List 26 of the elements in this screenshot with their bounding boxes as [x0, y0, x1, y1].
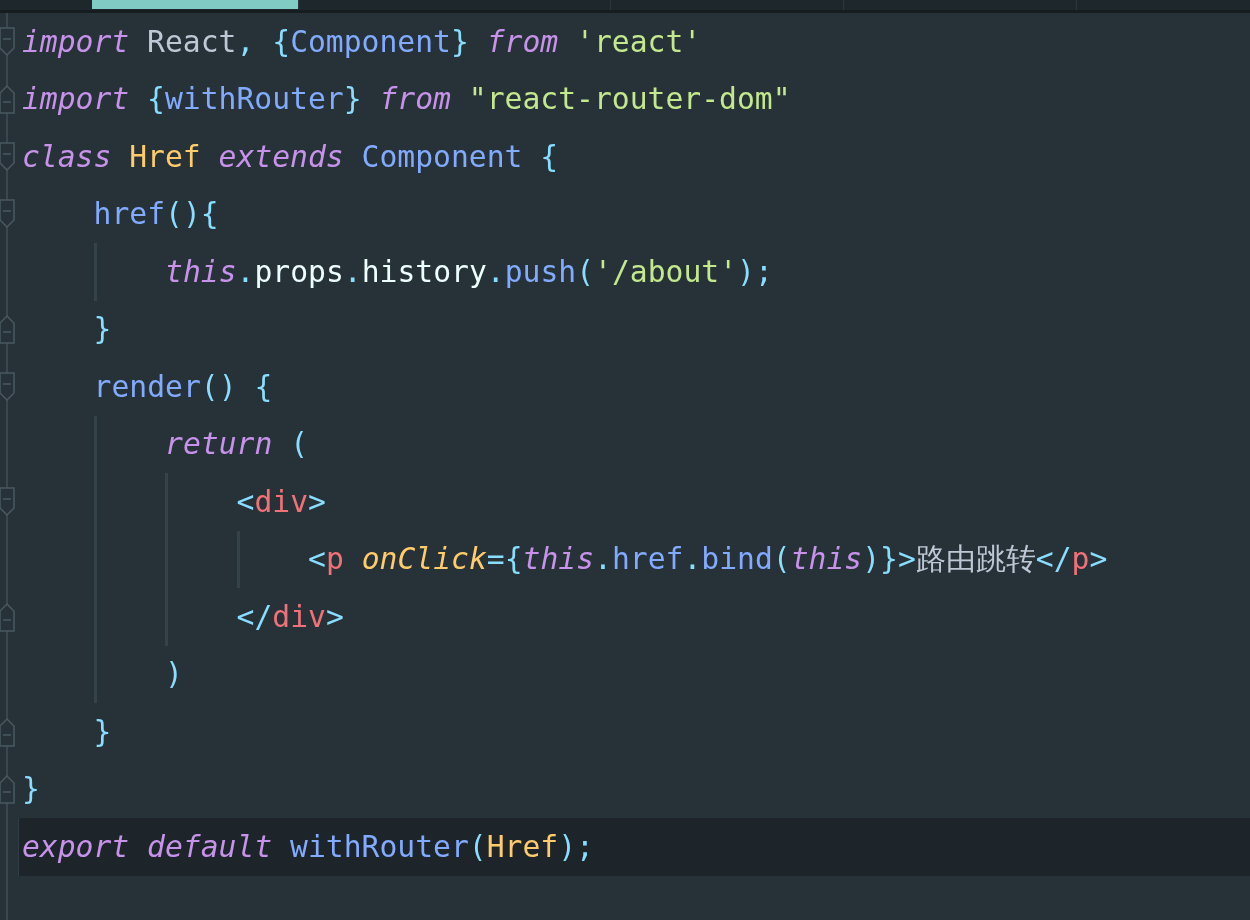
fold-marker-icon[interactable] — [0, 314, 15, 345]
code-line: } — [93, 310, 112, 349]
code-line: import React, {Component} from 'react' — [22, 22, 702, 61]
code-line: } — [93, 712, 112, 751]
fold-marker-icon[interactable] — [0, 601, 15, 632]
fold-marker-icon[interactable] — [0, 26, 15, 57]
code-line: import {withRouter} from "react-router-dom" — [22, 80, 791, 119]
code-line: <p onClick={this.href.bind(this)}>路由跳转</p> — [308, 540, 1108, 579]
code-line: <div> — [236, 482, 326, 521]
fold-marker-icon[interactable] — [0, 774, 15, 805]
code-line: class Href extends Component { — [22, 137, 559, 176]
code-line: render() { — [93, 367, 273, 406]
code-line: this.props.history.push('/about'); — [165, 252, 773, 291]
fold-marker-icon[interactable] — [0, 141, 15, 172]
code-line: } — [22, 770, 40, 809]
fold-marker-icon[interactable] — [0, 486, 15, 517]
code-line: ) — [165, 655, 183, 694]
editor-tab[interactable] — [92, 0, 299, 9]
code-line: </div> — [236, 597, 344, 636]
code-line: return ( — [165, 425, 309, 464]
fold-marker-icon[interactable] — [0, 199, 15, 230]
fold-marker-icon[interactable] — [0, 716, 15, 747]
code-line: export default withRouter(Href); — [22, 827, 594, 866]
fold-marker-icon[interactable] — [0, 371, 15, 402]
code-line: href(){ — [93, 195, 219, 234]
fold-marker-icon[interactable] — [0, 84, 15, 115]
